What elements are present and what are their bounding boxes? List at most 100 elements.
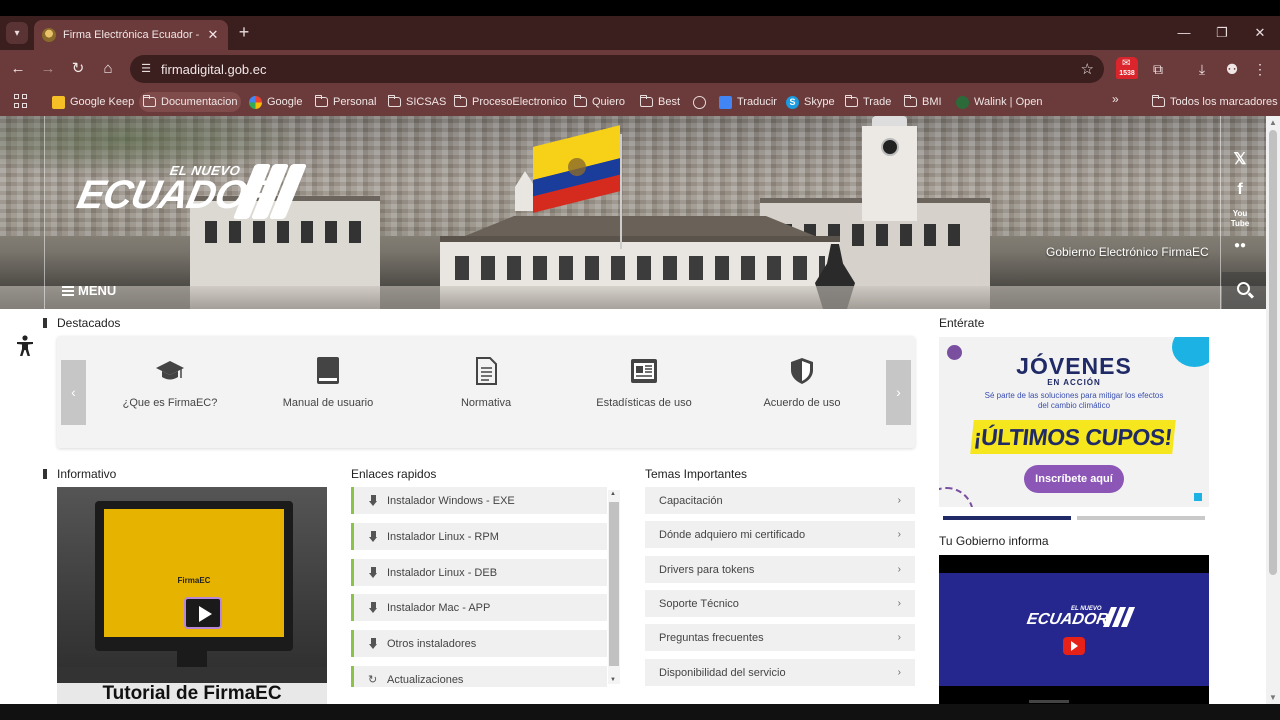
tema-capacitacion[interactable]: Capacitación › — [645, 487, 915, 514]
tutorial-video-thumbnail[interactable]: FirmaEC Tutorial de FirmaEC — [57, 487, 327, 704]
youtube-play-icon[interactable] — [1063, 637, 1085, 655]
enlaces-scrollbar[interactable]: ▲ ▼ — [608, 490, 620, 684]
bookmark-best[interactable]: Best — [636, 92, 684, 112]
destacado-label: Estadísticas de uso — [596, 397, 692, 409]
bookmark-walink[interactable]: Walink | Open — [952, 92, 1046, 112]
site-info-icon[interactable]: ☰ — [138, 61, 154, 77]
page-scrollbar[interactable]: ▲ ▼ — [1266, 116, 1280, 704]
link-otros-instaladores[interactable]: Otros instaladores — [351, 630, 607, 657]
bookmark-bmi[interactable]: BMI — [900, 92, 946, 112]
informativo-title: Informativo — [57, 467, 117, 481]
menu-button[interactable]: MENU — [62, 283, 116, 298]
scroll-down-icon[interactable]: ▼ — [610, 677, 616, 683]
bookmark-personal[interactable]: Personal — [311, 92, 380, 112]
extension-red-button[interactable]: ✉ 1538 — [1116, 57, 1138, 79]
back-button[interactable]: ← — [6, 57, 30, 81]
page-scroll-thumb[interactable] — [1269, 130, 1277, 575]
browser-tab-active[interactable]: Firma Electrónica Ecuador - Firma ✕ — [34, 20, 228, 50]
youtube-icon[interactable]: You Tube — [1226, 204, 1254, 232]
scroll-up-icon[interactable]: ▲ — [610, 491, 616, 497]
bookmark-traducir[interactable]: Traducir — [715, 92, 781, 112]
bookmark-google-keep[interactable]: Google Keep — [48, 92, 138, 112]
banner-title: JÓVENES — [1016, 353, 1132, 379]
chevron-right-icon: › — [897, 598, 901, 609]
link-actualizaciones[interactable]: ↻ Actualizaciones — [351, 666, 607, 687]
destacado-que-es-firmaec[interactable]: ¿Que es FirmaEC? — [95, 354, 245, 414]
minimize-button[interactable]: — — [1166, 20, 1202, 46]
carousel-prev-button[interactable]: ‹ — [61, 360, 86, 425]
reload-button[interactable]: ↻ — [66, 57, 90, 81]
chevron-right-icon: › — [897, 632, 901, 643]
bookmark-google[interactable]: Google — [245, 92, 306, 112]
tema-label: Capacitación — [659, 494, 723, 507]
tema-label: Disponibilidad del servicio — [659, 666, 786, 679]
destacado-manual-de-usuario[interactable]: Manual de usuario — [253, 354, 403, 414]
bookmark-globe[interactable] — [689, 92, 710, 112]
logo-bars-icon — [232, 164, 308, 219]
bookmark-procesoelectronico[interactable]: ProcesoElectronico — [450, 92, 571, 112]
browser-menu-icon[interactable]: ⋮ — [1248, 57, 1272, 81]
url-text[interactable]: firmadigital.gob.ec — [161, 62, 267, 77]
scroll-up-icon[interactable]: ▲ — [1269, 118, 1277, 127]
link-instalador-linux-deb[interactable]: Instalador Linux - DEB — [351, 559, 607, 586]
facebook-icon[interactable]: f — [1226, 176, 1254, 204]
tema-preguntas[interactable]: Preguntas frecuentes › — [645, 624, 915, 651]
bookmark-label: BMI — [922, 96, 942, 108]
gobierno-video[interactable]: EL NUEVO ECUADOR — [939, 555, 1209, 704]
bookmark-label: Documentacion — [161, 96, 238, 108]
tema-disponibilidad[interactable]: Disponibilidad del servicio › — [645, 659, 915, 686]
close-window-button[interactable]: ✕ — [1242, 20, 1278, 46]
slide-indicator-2[interactable] — [1077, 516, 1205, 520]
x-twitter-icon[interactable]: 𝕏 — [1226, 146, 1254, 174]
enlaces-scroll-thumb[interactable] — [609, 502, 619, 666]
profile-icon[interactable]: ⚉ — [1220, 57, 1244, 81]
tema-soporte[interactable]: Soporte Técnico › — [645, 590, 915, 617]
globe-icon — [693, 95, 706, 109]
play-icon[interactable] — [184, 597, 222, 629]
el-nuevo-ecuador-logo[interactable]: EL NUEVO ECUADOR — [73, 161, 308, 231]
scroll-down-icon[interactable]: ▼ — [1269, 693, 1277, 702]
download-icon[interactable]: ⤓ — [1190, 57, 1214, 81]
new-tab-button[interactable]: + — [234, 21, 254, 45]
destacado-normativa[interactable]: Normativa — [411, 354, 561, 414]
folder-icon — [904, 95, 917, 107]
inscribete-button[interactable]: Inscríbete aquí — [1024, 465, 1124, 493]
search-button[interactable] — [1222, 272, 1266, 309]
bookmark-trade[interactable]: Trade — [841, 92, 895, 112]
bookmark-documentacion[interactable]: Documentacion — [139, 92, 242, 112]
restore-button[interactable]: ❐ — [1204, 20, 1240, 46]
extensions-puzzle-icon[interactable]: ⧉ — [1146, 57, 1170, 81]
bookmark-skype[interactable]: S Skype — [782, 92, 839, 112]
forward-button[interactable]: → — [36, 57, 60, 81]
document-icon — [476, 357, 497, 385]
tema-drivers[interactable]: Drivers para tokens › — [645, 556, 915, 583]
more-bookmarks-chevron-icon[interactable]: » — [1112, 92, 1119, 106]
tab-search-button[interactable]: ▾ — [6, 22, 28, 44]
menu-label: MENU — [78, 283, 117, 298]
tema-donde-adquiero[interactable]: Dónde adquiero mi certificado › — [645, 521, 915, 548]
link-instalador-mac[interactable]: Instalador Mac - APP — [351, 594, 607, 621]
bookmark-label: Trade — [863, 96, 892, 108]
destacado-acuerdo-de-uso[interactable]: Acuerdo de uso — [727, 354, 877, 414]
jovenes-en-accion-banner[interactable]: JÓVENES EN ACCIÓN Sé parte de las soluci… — [939, 337, 1209, 507]
apps-grid-icon[interactable] — [14, 94, 28, 108]
slide-indicator-1[interactable] — [943, 516, 1071, 520]
bookmark-sicsas[interactable]: SICSAS — [384, 92, 450, 112]
bookmark-label: Google Keep — [70, 96, 135, 108]
home-button[interactable]: ⌂ — [96, 57, 120, 81]
link-instalador-windows[interactable]: Instalador Windows - EXE — [351, 487, 607, 514]
all-bookmarks-folder[interactable]: Todos los marcadores — [1148, 92, 1280, 112]
bookmark-star-icon[interactable]: ☆ — [1081, 60, 1094, 78]
link-instalador-linux-rpm[interactable]: Instalador Linux - RPM — [351, 523, 607, 550]
accessibility-icon[interactable] — [14, 334, 36, 358]
flag-emblem-icon — [568, 158, 586, 176]
flickr-icon[interactable]: ●● — [1226, 232, 1254, 260]
address-bar[interactable]: ☰ firmadigital.gob.ec ☆ — [130, 55, 1104, 83]
tab-close-icon[interactable]: ✕ — [206, 27, 220, 43]
destacado-estadisticas[interactable]: Estadísticas de uso — [569, 354, 719, 414]
book-icon — [317, 357, 339, 384]
carousel-next-button[interactable]: › — [886, 360, 911, 425]
bookmark-label: Walink | Open — [974, 96, 1043, 108]
folder-icon — [315, 95, 328, 107]
bookmark-quiero[interactable]: Quiero — [570, 92, 629, 112]
